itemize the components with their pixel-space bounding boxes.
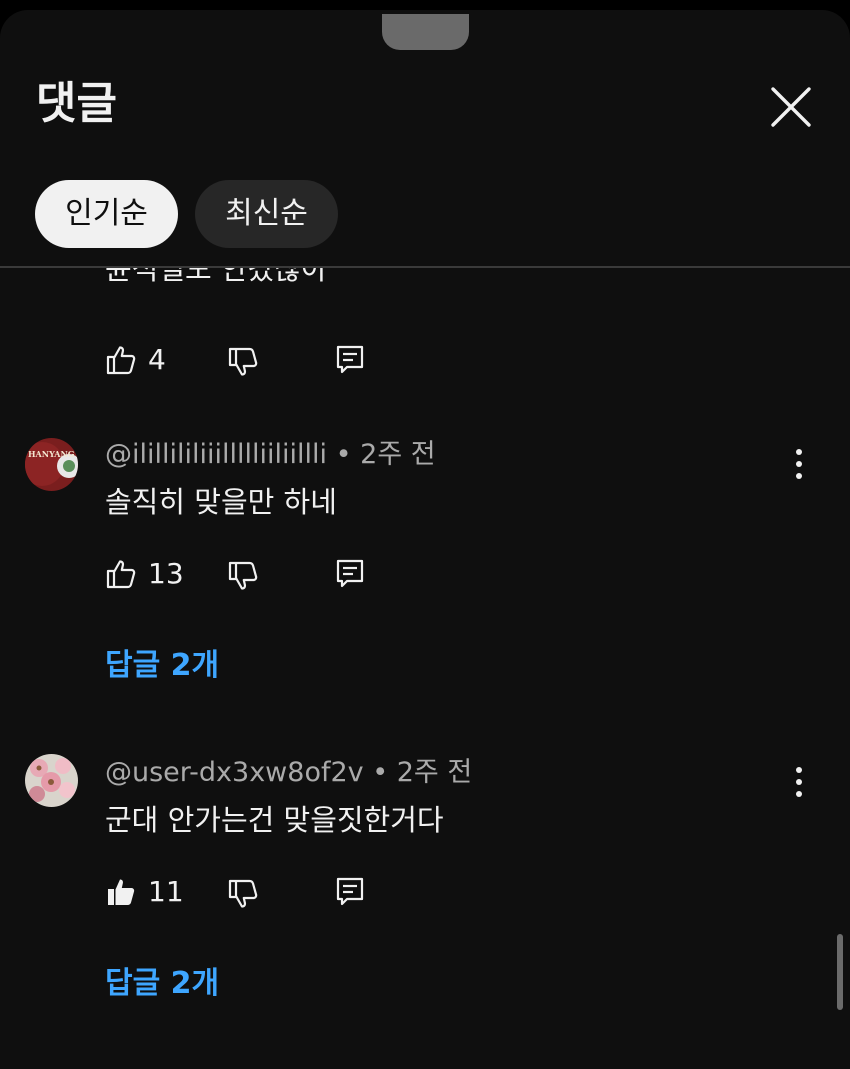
- comment-text: 윤석열도 안갔잖아: [105, 268, 328, 286]
- comment-actions: 11: [105, 872, 405, 916]
- avatar-image: HANYANG UNIV: [25, 438, 78, 491]
- comment-meta: @user-dx3xw8of2v • 2주 전: [105, 756, 472, 790]
- comment-text: 솔직히 맞을만 하네: [105, 485, 337, 519]
- thumbs-down-icon[interactable]: [227, 346, 259, 378]
- comment-time: 2주 전: [396, 757, 473, 788]
- sort-chip-top[interactable]: 인기순: [35, 180, 178, 248]
- comment-meta: @ilillililiiillllliiliillli • 2주 전: [105, 438, 436, 472]
- meta-separator: •: [372, 757, 389, 788]
- thumbs-up-icon[interactable]: [105, 558, 137, 590]
- comment-time: 2주 전: [360, 439, 436, 470]
- reply-icon[interactable]: [335, 558, 365, 590]
- scrollbar[interactable]: [837, 934, 843, 1010]
- more-options-icon[interactable]: [786, 446, 812, 482]
- comments-sheet: 댓글 인기순 최신순 윤석열도 안갔잖아 4 HANYANG @ilillili…: [0, 10, 850, 1069]
- avatar-image: [25, 754, 78, 807]
- like-count: 11: [148, 875, 184, 908]
- thumbs-down-icon[interactable]: [227, 560, 259, 592]
- reply-icon[interactable]: [335, 344, 365, 376]
- comment-actions: 13: [105, 554, 405, 598]
- thumbs-up-icon[interactable]: [105, 344, 137, 376]
- meta-separator: •: [335, 439, 352, 470]
- sort-chip-newest[interactable]: 최신순: [195, 180, 338, 248]
- avatar[interactable]: [25, 754, 78, 807]
- more-options-icon[interactable]: [786, 764, 812, 800]
- like-count: 13: [148, 557, 184, 590]
- panel-title: 댓글: [36, 78, 117, 129]
- comment-author[interactable]: @user-dx3xw8of2v: [105, 757, 364, 788]
- avatar[interactable]: HANYANG UNIV: [25, 438, 78, 491]
- close-icon[interactable]: [768, 84, 814, 130]
- thumbs-down-icon[interactable]: [227, 878, 259, 910]
- comment-author[interactable]: @ilillililiiillllliiliillli: [105, 439, 327, 470]
- view-replies-button[interactable]: 답글 2개: [105, 964, 219, 1004]
- like-count: 4: [148, 343, 166, 376]
- drag-handle[interactable]: [382, 14, 469, 50]
- reply-icon[interactable]: [335, 876, 365, 908]
- view-replies-button[interactable]: 답글 2개: [105, 646, 219, 686]
- comment-text: 군대 안가는건 맞을짓한거다: [105, 803, 444, 837]
- comment-actions: 4: [105, 340, 405, 384]
- avatar-lettering: HANYANG UNIV: [28, 449, 78, 459]
- comment-list[interactable]: 윤석열도 안갔잖아 4 HANYANG @ilillililiiilllllii…: [0, 268, 850, 1069]
- thumbs-up-filled-icon[interactable]: [105, 876, 137, 908]
